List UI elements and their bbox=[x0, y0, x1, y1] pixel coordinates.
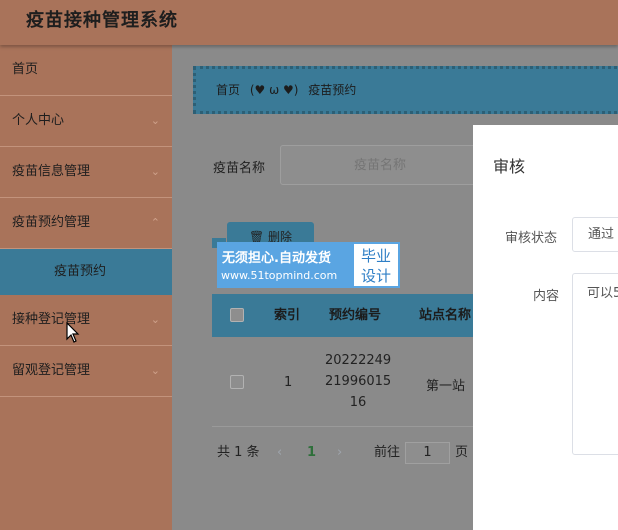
search-label: 疫苗名称 bbox=[213, 161, 266, 176]
column-header-code: 预约编号 bbox=[329, 308, 382, 323]
sidebar-subitem-vaccine-appointment[interactable]: 疫苗预约 bbox=[0, 249, 172, 295]
chevron-down-icon: ⌄ bbox=[150, 364, 160, 377]
sidebar-item-label: 个人中心 bbox=[12, 113, 65, 128]
review-dialog: 审核 审核状态 通过 内容 可以5 bbox=[473, 125, 618, 530]
mouse-cursor-icon bbox=[66, 322, 80, 343]
sidebar-item-vaccination-registration[interactable]: 接种登记管理 ⌄ bbox=[0, 295, 172, 346]
chevron-down-icon: ⌄ bbox=[150, 114, 160, 127]
column-header-site: 站点名称 bbox=[419, 308, 472, 323]
watermark-line2: www.51topmind.com bbox=[221, 269, 338, 282]
pagination-total: 共 1 条 bbox=[217, 445, 260, 460]
row-checkbox[interactable] bbox=[230, 375, 244, 389]
pagination-goto-input[interactable]: 1 bbox=[405, 442, 450, 464]
breadcrumb-home[interactable]: 首页 bbox=[216, 83, 240, 97]
chevron-down-icon: ⌄ bbox=[150, 313, 160, 326]
content-label: 内容 bbox=[533, 289, 560, 304]
pagination-prev[interactable]: ‹ bbox=[277, 443, 282, 463]
status-select[interactable]: 通过 bbox=[572, 217, 618, 252]
row-code: 20222249 21996015 16 bbox=[325, 353, 392, 410]
column-header-index: 索引 bbox=[274, 308, 301, 323]
sidebar-item-label: 首页 bbox=[12, 62, 39, 77]
sidebar: 首页 个人中心 ⌄ 疫苗信息管理 ⌄ 疫苗预约管理 ⌃ 疫苗预约 接种登记管理 … bbox=[0, 45, 172, 530]
sidebar-item-vaccine-info[interactable]: 疫苗信息管理 ⌄ bbox=[0, 147, 172, 198]
search-input[interactable] bbox=[280, 145, 480, 185]
pagination-next[interactable]: › bbox=[337, 443, 342, 463]
row-index: 1 bbox=[284, 375, 293, 390]
sidebar-item-label: 疫苗信息管理 bbox=[12, 164, 91, 179]
sidebar-item-label: 疫苗预约管理 bbox=[12, 215, 91, 230]
pagination-page-suffix: 页 bbox=[455, 445, 469, 460]
pagination-page[interactable]: 1 bbox=[307, 443, 316, 463]
watermark-line1: 无须担心.自动发货 bbox=[222, 251, 331, 266]
breadcrumb-separator: (♥ ω ♥) bbox=[249, 83, 299, 97]
watermark-badge: 毕业 设计 bbox=[352, 242, 400, 288]
watermark-banner: 无须担心.自动发货 www.51topmind.com 毕业 设计 bbox=[217, 242, 400, 288]
sidebar-item-vaccine-appointment[interactable]: 疫苗预约管理 ⌃ bbox=[0, 198, 172, 249]
sidebar-item-observation-registration[interactable]: 留观登记管理 ⌄ bbox=[0, 346, 172, 397]
app-title: 疫苗接种管理系统 bbox=[26, 10, 178, 31]
chevron-up-icon: ⌃ bbox=[150, 216, 160, 229]
sidebar-item-personal-center[interactable]: 个人中心 ⌄ bbox=[0, 96, 172, 147]
sidebar-item-home[interactable]: 首页 bbox=[0, 45, 172, 96]
row-site: 第一站 bbox=[426, 379, 466, 394]
select-all-checkbox[interactable] bbox=[230, 308, 244, 322]
content-textarea[interactable]: 可以5 bbox=[572, 273, 618, 455]
top-bar: 疫苗接种管理系统 bbox=[0, 0, 618, 45]
dialog-title: 审核 bbox=[493, 157, 526, 176]
sidebar-item-label: 留观登记管理 bbox=[12, 363, 91, 378]
pagination-goto-label: 前往 bbox=[374, 445, 401, 460]
chevron-down-icon: ⌄ bbox=[150, 165, 160, 178]
status-label: 审核状态 bbox=[505, 231, 558, 246]
breadcrumb: 首页 (♥ ω ♥) 疫苗预约 bbox=[193, 66, 618, 114]
breadcrumb-current: 疫苗预约 bbox=[308, 83, 357, 97]
watermark-left: 无须担心.自动发货 www.51topmind.com bbox=[217, 242, 352, 288]
